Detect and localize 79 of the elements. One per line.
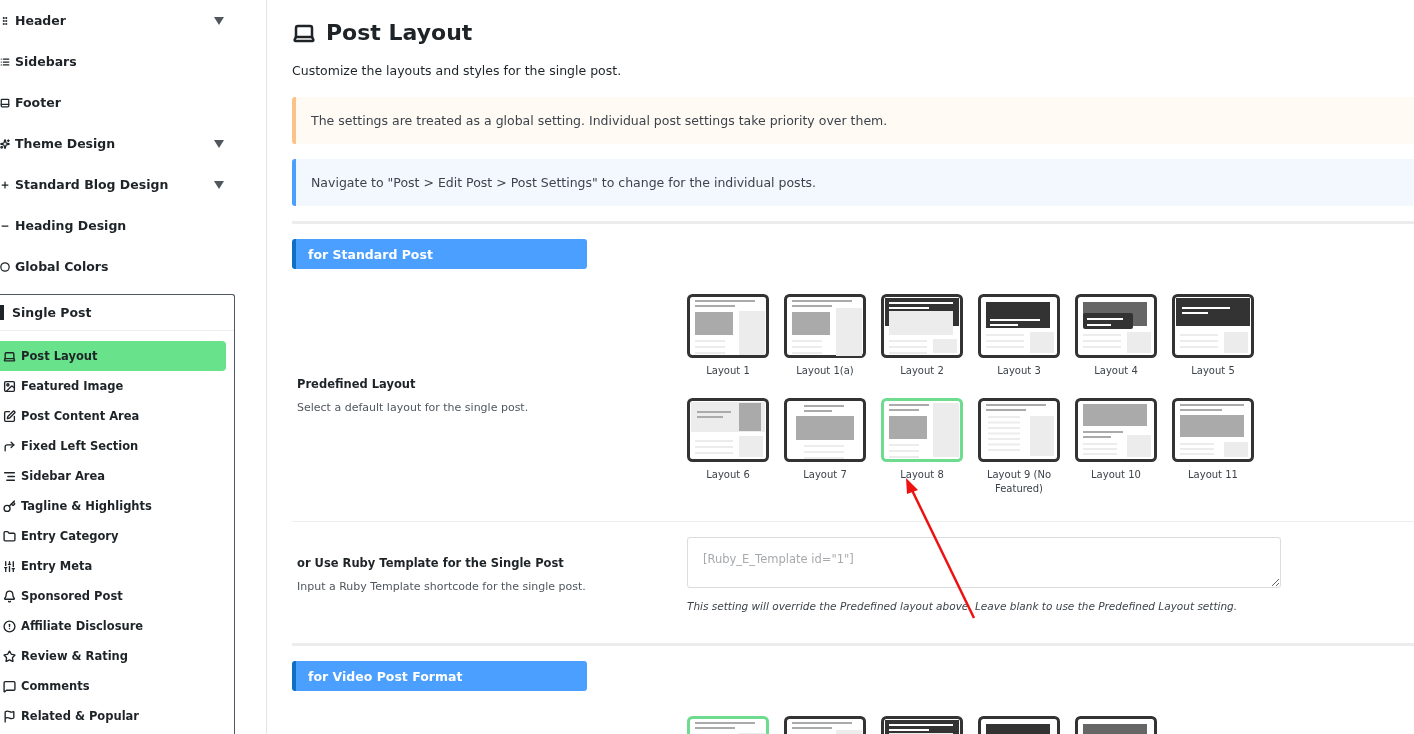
- sidebar-item[interactable]: Sidebars: [0, 41, 266, 82]
- submenu-item[interactable]: Post Layout: [0, 341, 226, 371]
- setting-description: Input a Ruby Template shortcode for the single post.: [297, 580, 587, 593]
- layout-label: Layout 7: [802, 468, 848, 482]
- menu-item-icon: [3, 409, 16, 423]
- submenu-item[interactable]: Entry Category: [0, 521, 226, 551]
- caret-icon: [214, 139, 224, 148]
- layout-label: Layout 1: [705, 364, 751, 378]
- menu-item-icon: [3, 439, 16, 453]
- layout-thumbnail[interactable]: [1172, 398, 1254, 462]
- layout-label: Layout 5: [1190, 364, 1236, 378]
- submenu-item[interactable]: Review & Rating: [0, 641, 226, 671]
- template-input-field[interactable]: [Ruby_E_Template id="1"]: [687, 537, 1281, 588]
- layout-label: Layout 3: [996, 364, 1042, 378]
- submenu-title: Single Post: [12, 305, 92, 320]
- submenu-item[interactable]: Entry Meta: [0, 551, 226, 581]
- menu-item-icon: [3, 619, 16, 633]
- layout-label: Layout 8: [899, 468, 945, 482]
- submenu-item[interactable]: Sidebar Area: [0, 461, 226, 491]
- setting-label: or Use Ruby Template for the Single Post: [297, 556, 565, 570]
- menu-item-icon: [0, 56, 10, 67]
- menu-item-icon: [3, 499, 16, 513]
- layout-thumbnail[interactable]: [881, 294, 963, 358]
- menu-item-icon: [3, 529, 16, 543]
- page-title: Post Layout: [326, 20, 473, 45]
- menu-item-icon: [0, 97, 10, 108]
- menu-item-icon: [0, 15, 10, 26]
- sidebar-item[interactable]: Header: [0, 0, 266, 41]
- section-header: for Video Post Format: [292, 661, 587, 691]
- layout-thumbnail[interactable]: [687, 294, 769, 358]
- menu-item-icon: [0, 138, 10, 149]
- sidebar-item[interactable]: Theme Design: [0, 123, 266, 164]
- menu-item-icon: [3, 709, 16, 723]
- layout-thumbnail[interactable]: [978, 398, 1060, 462]
- submenu-item[interactable]: Fixed Left Section: [0, 431, 226, 461]
- caret-icon: [214, 16, 224, 25]
- layout-label: Layout 2: [899, 364, 945, 378]
- menu-item-icon: [3, 349, 16, 363]
- layout-label: Layout 4: [1093, 364, 1139, 378]
- layout-thumbnail[interactable]: [1172, 294, 1254, 358]
- setting-note: This setting will override the Predefined layout above. Leave blank to use the Predefined Layout setting.: [687, 600, 1239, 612]
- menu-item-icon: [0, 261, 10, 272]
- sidebar-item[interactable]: Global Colors: [0, 246, 266, 287]
- layout-thumbnail[interactable]: [784, 398, 866, 462]
- bar-icon: [0, 305, 4, 320]
- menu-item-icon: [3, 379, 16, 393]
- layout-label: Layout 1(a): [795, 364, 855, 378]
- submenu-item[interactable]: Related & Popular: [0, 701, 226, 731]
- submenu-item[interactable]: Post Content Area: [0, 401, 226, 431]
- layout-label: Layout 11: [1187, 468, 1239, 482]
- menu-item-icon: [3, 559, 16, 573]
- layout-thumbnail[interactable]: [1075, 398, 1157, 462]
- menu-item-icon: [0, 179, 10, 190]
- menu-item-icon: [3, 679, 16, 693]
- caret-icon: [214, 180, 224, 189]
- menu-item-icon: [3, 469, 16, 483]
- sidebar-item[interactable]: Footer: [0, 82, 266, 123]
- submenu-item[interactable]: Sponsored Post: [0, 581, 226, 611]
- layout-thumbnail[interactable]: [1075, 294, 1157, 358]
- sidebar-item[interactable]: Standard Blog Design: [0, 164, 266, 205]
- sidebar-item[interactable]: Heading Design: [0, 205, 266, 246]
- submenu-item[interactable]: Comments: [0, 671, 226, 701]
- setting-description: Select a default layout for the single post.: [297, 400, 530, 414]
- layout-thumbnail[interactable]: [784, 294, 866, 358]
- submenu-item[interactable]: Tagline & Highlights: [0, 491, 226, 521]
- submenu-item[interactable]: Affiliate Disclosure: [0, 611, 226, 641]
- submenu-item[interactable]: Featured Image: [0, 371, 226, 401]
- setting-label: Predefined Layout: [297, 376, 417, 391]
- menu-item-icon: [3, 649, 16, 663]
- layout-thumbnail[interactable]: [978, 294, 1060, 358]
- layout-label: Layout 6: [705, 468, 751, 482]
- layout-label: Layout 9 (No Featured): [985, 468, 1053, 496]
- notice: The settings are treated as a global setting. Individual post settings take priority over them.: [292, 97, 1414, 144]
- layout-label: Layout 10: [1090, 468, 1142, 482]
- notice: Navigate to "Post > Edit Post > Post Settings" to change for the individual posts.: [292, 159, 1414, 206]
- layout-thumbnail[interactable]: [687, 398, 769, 462]
- menu-item-icon: [3, 589, 16, 603]
- page-subtitle: Customize the layouts and styles for the single post.: [292, 63, 623, 78]
- section-header: for Standard Post: [292, 239, 587, 269]
